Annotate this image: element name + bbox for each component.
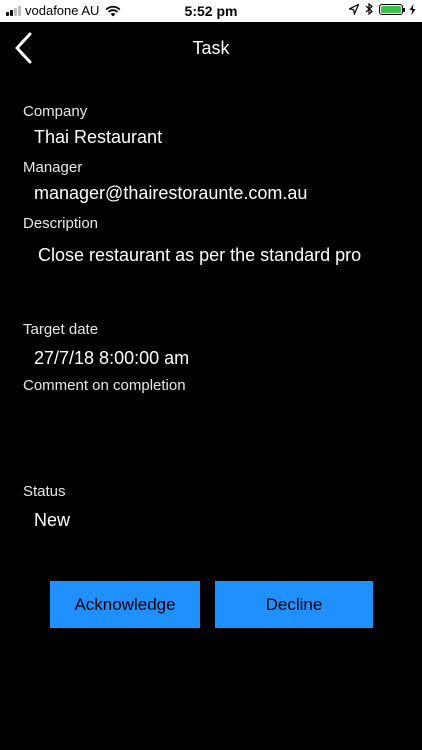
- battery-icon: [379, 3, 405, 15]
- status-bar: vodafone AU 5:52 pm: [0, 0, 422, 22]
- status-value: New: [34, 510, 71, 530]
- company-value: Thai Restaurant: [34, 127, 163, 147]
- navigation-bar: Task: [0, 22, 422, 76]
- location-arrow-icon: [349, 3, 359, 15]
- status-label: Status: [23, 483, 66, 500]
- description-label: Description: [23, 215, 99, 232]
- acknowledge-button[interactable]: Acknowledge: [50, 581, 200, 628]
- target-date-value: 27/7/18 8:00:00 am: [34, 348, 190, 368]
- status-bar-right: [349, 3, 416, 15]
- decline-button[interactable]: Decline: [215, 581, 373, 628]
- description-value: Close restaurant as per the standard pro: [38, 245, 362, 265]
- manager-label: Manager: [23, 159, 83, 176]
- manager-value: manager@thairestoraunte.com.au: [34, 183, 308, 203]
- charging-bolt-icon: [409, 3, 416, 15]
- bluetooth-icon: [365, 3, 373, 15]
- company-label: Company: [23, 103, 88, 120]
- target-date-label: Target date: [23, 321, 99, 338]
- comment-label: Comment on completion: [23, 377, 186, 394]
- page-title: Task: [192, 38, 230, 58]
